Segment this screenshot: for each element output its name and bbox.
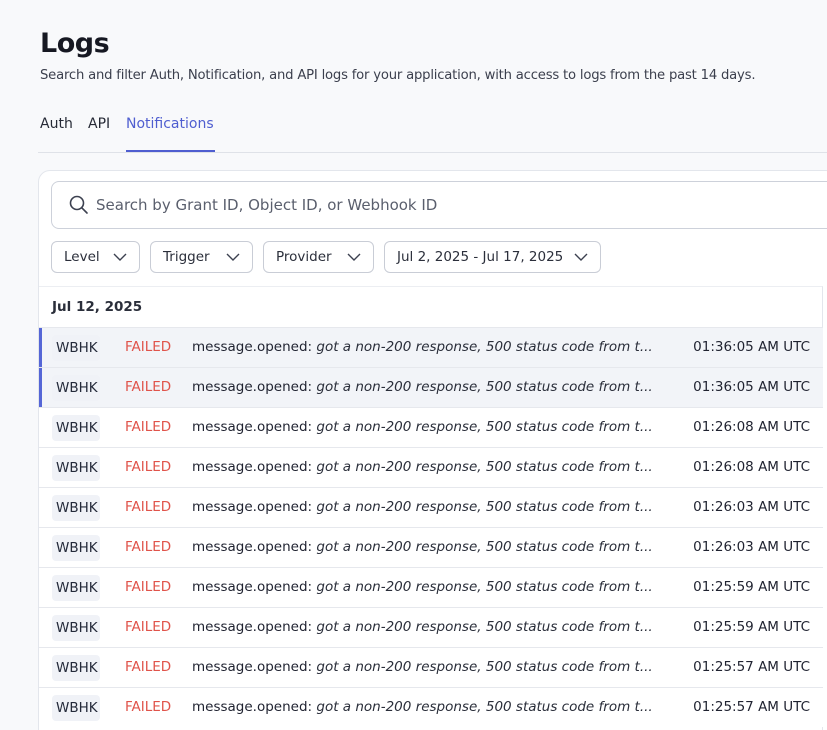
level-filter-label: Level [64, 249, 100, 265]
date-range-label: Jul 2, 2025 - Jul 17, 2025 [397, 249, 564, 265]
log-row[interactable]: WBHK FAILED message.opened: got a non-200 … [39, 327, 823, 368]
log-timestamp: 01:25:59 AM UTC [693, 579, 810, 595]
log-row[interactable]: WBHK FAILED message.opened: got a non-200 … [39, 367, 823, 408]
log-event: message.opened: [192, 579, 313, 595]
log-message: message.opened: got a non-200 response, … [192, 419, 667, 435]
log-status: FAILED [125, 619, 172, 635]
provider-filter[interactable]: Provider [263, 241, 374, 273]
tab-auth[interactable]: Auth [40, 116, 73, 152]
log-row[interactable]: WBHK FAILED message.opened: got a non-200 … [39, 407, 823, 447]
log-detail: got a non-200 response, 500 status code … [316, 499, 653, 515]
provider-filter-label: Provider [276, 249, 332, 265]
page-subtitle: Search and filter Auth, Notification, an… [40, 68, 756, 83]
chevron-down-icon [226, 253, 240, 261]
log-type-badge: WBHK [52, 335, 100, 361]
log-message: message.opened: got a non-200 response, … [192, 659, 667, 675]
log-type-badge: WBHK [52, 415, 100, 441]
trigger-filter-label: Trigger [163, 249, 210, 265]
log-event: message.opened: [192, 499, 313, 515]
log-row[interactable]: WBHK FAILED message.opened: got a non-200 … [39, 647, 823, 687]
log-message: message.opened: got a non-200 response, … [192, 379, 667, 395]
trigger-filter[interactable]: Trigger [150, 241, 253, 273]
log-type-badge: WBHK [52, 535, 100, 561]
log-status: FAILED [125, 579, 172, 595]
log-timestamp: 01:36:05 AM UTC [693, 339, 810, 355]
log-status: FAILED [125, 699, 172, 715]
log-timestamp: 01:26:08 AM UTC [693, 419, 810, 435]
log-row[interactable]: WBHK FAILED message.opened: got a non-200 … [39, 447, 823, 487]
log-status: FAILED [125, 539, 172, 555]
log-status: FAILED [125, 339, 172, 355]
log-type-badge: WBHK [52, 695, 100, 721]
chevron-down-icon [113, 253, 127, 261]
chevron-down-icon [574, 253, 588, 261]
log-event: message.opened: [192, 419, 313, 435]
log-detail: got a non-200 response, 500 status code … [316, 379, 653, 395]
log-detail: got a non-200 response, 500 status code … [316, 539, 653, 555]
search-box [51, 181, 827, 229]
log-event: message.opened: [192, 659, 313, 675]
log-timestamp: 01:25:57 AM UTC [693, 699, 810, 715]
log-row[interactable]: WBHK FAILED message.opened: got a non-200 … [39, 527, 823, 567]
log-detail: got a non-200 response, 500 status code … [316, 339, 653, 355]
log-type-badge: WBHK [52, 575, 100, 601]
log-type-badge: WBHK [52, 455, 100, 481]
log-detail: got a non-200 response, 500 status code … [316, 579, 653, 595]
log-message: message.opened: got a non-200 response, … [192, 699, 667, 715]
log-event: message.opened: [192, 619, 313, 635]
logs-panel: Level Trigger Provider Jul 2, 2025 - Jul… [38, 170, 827, 730]
log-event: message.opened: [192, 699, 313, 715]
log-row[interactable]: WBHK FAILED message.opened: got a non-200 … [39, 567, 823, 607]
log-rows: WBHK FAILED message.opened: got a non-200 … [39, 327, 823, 727]
log-status: FAILED [125, 659, 172, 675]
log-list: Jul 12, 2025 WBHK FAILED message.opened: g… [39, 286, 823, 730]
log-type-tabs: Auth API Notifications [38, 110, 827, 153]
log-timestamp: 01:25:59 AM UTC [693, 619, 810, 635]
log-timestamp: 01:26:08 AM UTC [693, 459, 810, 475]
level-filter[interactable]: Level [51, 241, 140, 273]
log-message: message.opened: got a non-200 response, … [192, 539, 667, 555]
log-timestamp: 01:25:57 AM UTC [693, 659, 810, 675]
log-event: message.opened: [192, 459, 313, 475]
date-range-filter[interactable]: Jul 2, 2025 - Jul 17, 2025 [384, 241, 601, 273]
search-icon [69, 195, 88, 214]
log-detail: got a non-200 response, 500 status code … [316, 419, 653, 435]
date-group-header: Jul 12, 2025 [52, 299, 143, 315]
log-row[interactable]: WBHK FAILED message.opened: got a non-200 … [39, 687, 823, 727]
log-timestamp: 01:26:03 AM UTC [693, 499, 810, 515]
log-message: message.opened: got a non-200 response, … [192, 459, 667, 475]
tab-notifications[interactable]: Notifications [126, 116, 215, 152]
log-status: FAILED [125, 459, 172, 475]
log-row[interactable]: WBHK FAILED message.opened: got a non-200 … [39, 607, 823, 647]
log-type-badge: WBHK [52, 375, 100, 401]
log-status: FAILED [125, 379, 172, 395]
log-message: message.opened: got a non-200 response, … [192, 339, 667, 355]
log-event: message.opened: [192, 539, 313, 555]
log-message: message.opened: got a non-200 response, … [192, 619, 667, 635]
page-title: Logs [40, 28, 110, 59]
log-event: message.opened: [192, 339, 313, 355]
log-type-badge: WBHK [52, 655, 100, 681]
log-timestamp: 01:26:03 AM UTC [693, 539, 810, 555]
log-message: message.opened: got a non-200 response, … [192, 499, 667, 515]
logs-page: Logs Search and filter Auth, Notificatio… [0, 0, 827, 730]
search-input[interactable] [96, 182, 796, 228]
log-row[interactable]: WBHK FAILED message.opened: got a non-200 … [39, 487, 823, 527]
tab-api[interactable]: API [88, 116, 110, 152]
log-event: message.opened: [192, 379, 313, 395]
log-type-badge: WBHK [52, 615, 100, 641]
log-status: FAILED [125, 499, 172, 515]
log-message: message.opened: got a non-200 response, … [192, 579, 667, 595]
log-detail: got a non-200 response, 500 status code … [316, 659, 653, 675]
log-detail: got a non-200 response, 500 status code … [316, 699, 653, 715]
log-type-badge: WBHK [52, 495, 100, 521]
log-detail: got a non-200 response, 500 status code … [316, 619, 653, 635]
log-status: FAILED [125, 419, 172, 435]
log-detail: got a non-200 response, 500 status code … [316, 459, 653, 475]
chevron-down-icon [347, 253, 361, 261]
log-timestamp: 01:36:05 AM UTC [693, 379, 810, 395]
